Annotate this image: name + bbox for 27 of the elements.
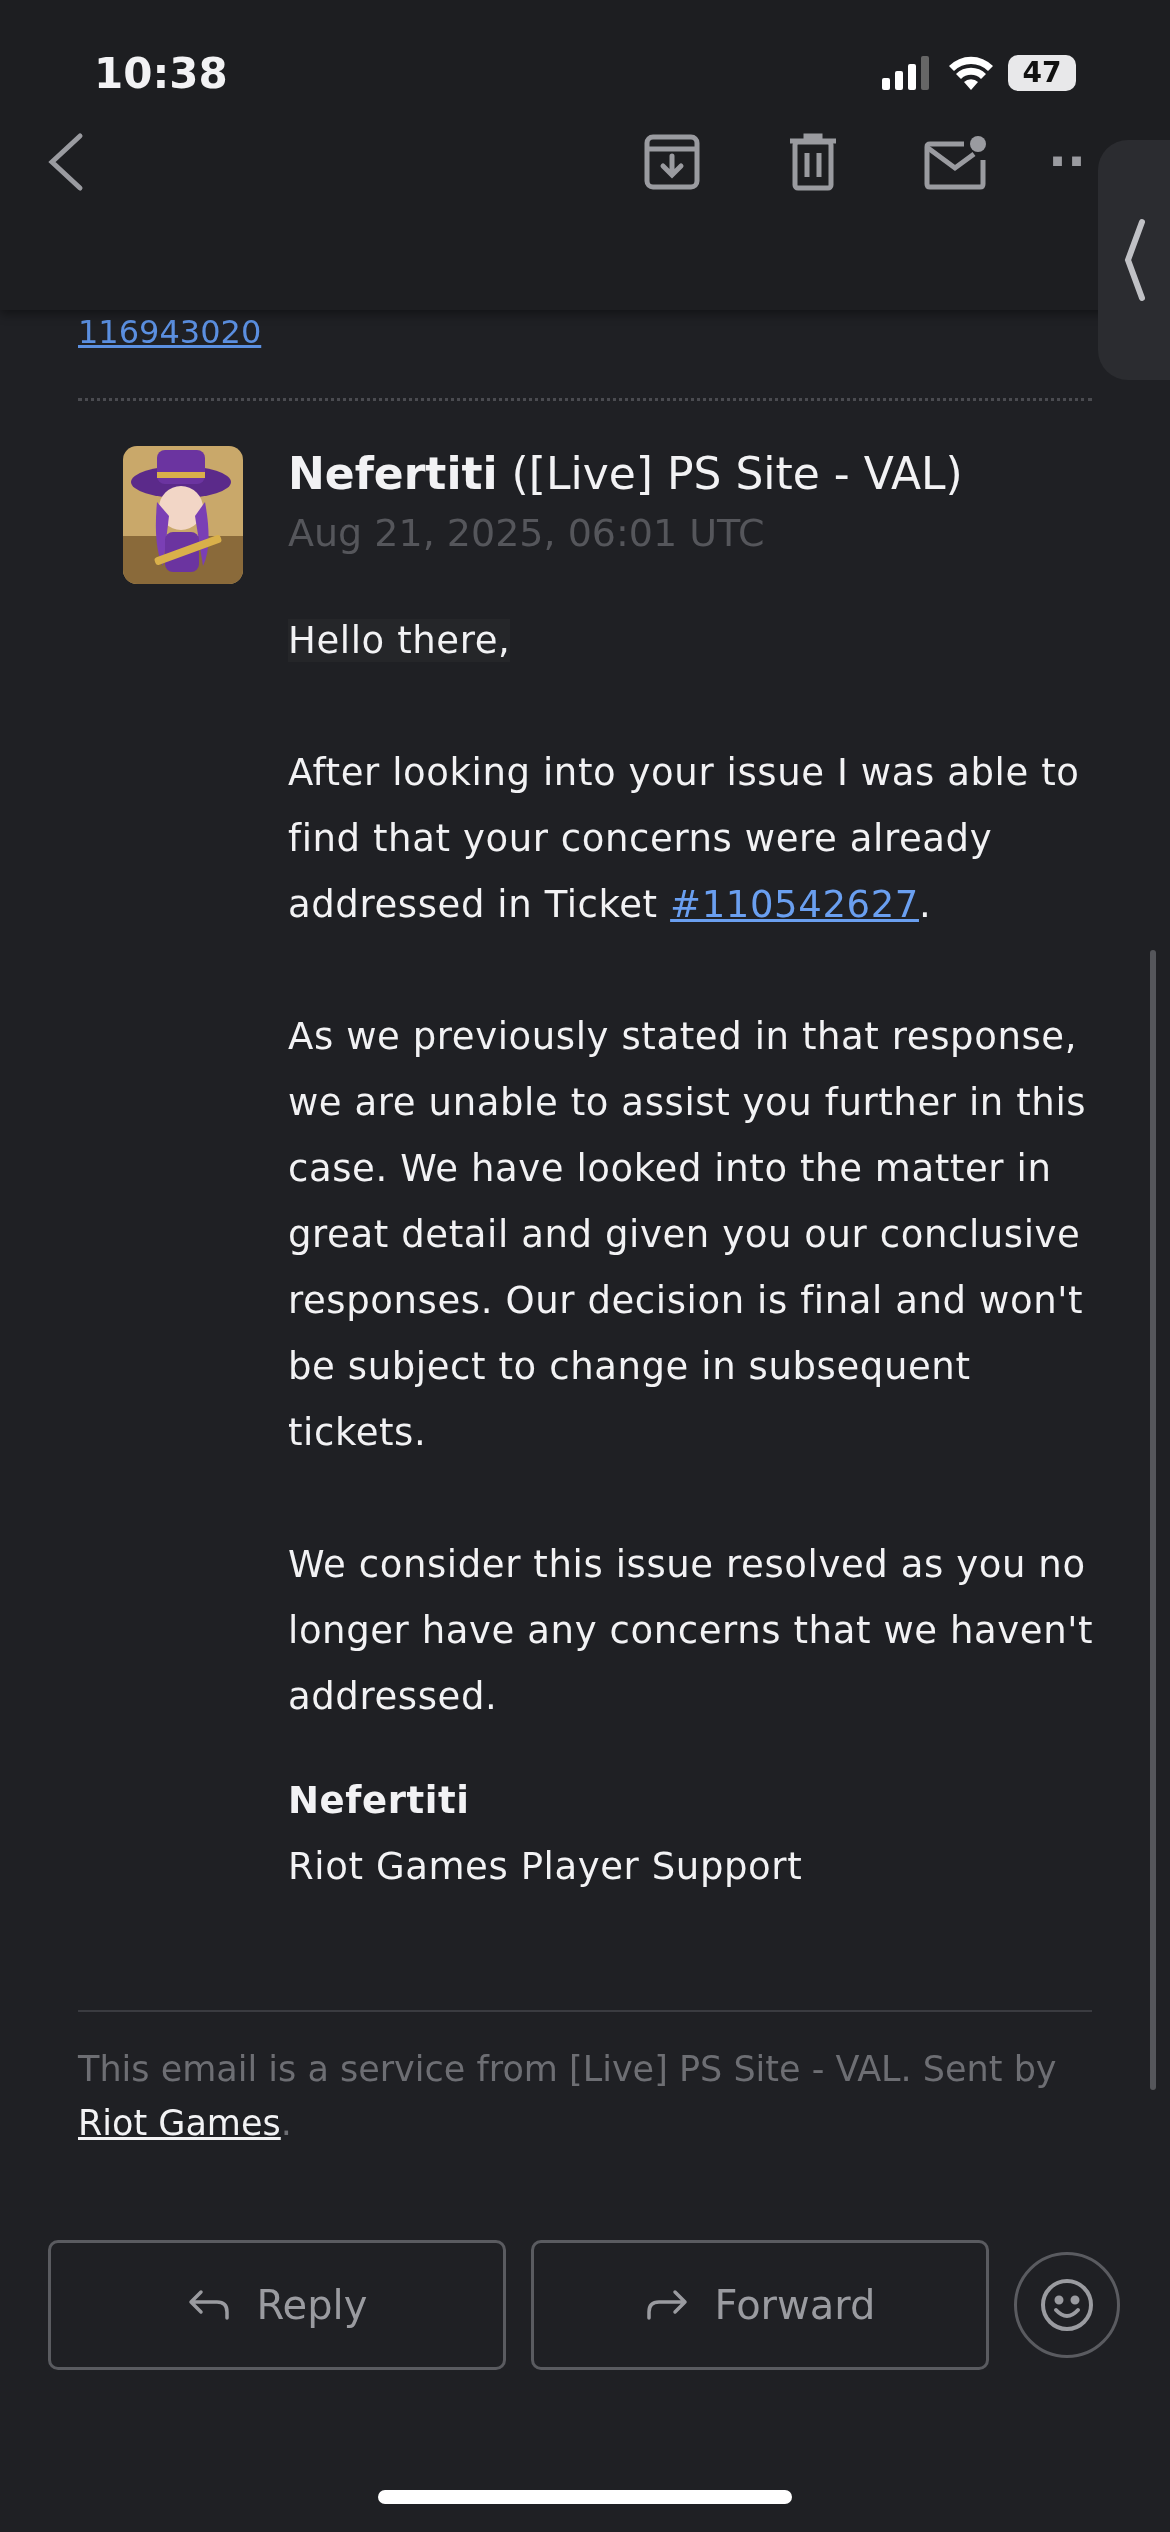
request-link[interactable]: 116943020: [78, 312, 262, 352]
reply-button[interactable]: Reply: [48, 2240, 506, 2370]
chevron-left-icon: [1122, 218, 1146, 302]
smiley-icon: [1040, 2278, 1094, 2332]
signature-team: Riot Games Player Support: [288, 1844, 803, 1890]
forward-icon: [644, 2288, 689, 2322]
forward-button[interactable]: Forward: [531, 2240, 989, 2370]
message-paragraph: After looking into your issue I was able to find that your concerns were already addressed in Ticket #110542627.: [288, 750, 1081, 928]
archive-icon[interactable]: [644, 134, 700, 190]
signature-name: Nefertiti: [288, 1778, 470, 1824]
message-paragraph: As we previously stated in that response, we are unable to assist you further in this case. We have looked into the matter in great detail and given you our conclusive responses. Our decision is final and won't be subject to change in subsequent tickets.: [288, 1014, 1088, 1456]
status-time: 10:38: [94, 47, 228, 100]
battery-level: 47: [1008, 55, 1076, 91]
reply-icon: [186, 2288, 231, 2322]
sender-source: ([Live] PS Site - VAL): [511, 447, 963, 501]
emoji-button[interactable]: [1014, 2252, 1120, 2358]
riot-games-link[interactable]: Riot Games: [78, 2103, 281, 2143]
wifi-icon: [948, 56, 994, 90]
more-button[interactable]: ··: [1048, 137, 1086, 187]
side-panel-handle[interactable]: [1098, 140, 1170, 380]
greeting-text: Hello there,: [288, 619, 511, 662]
mail-unread-icon[interactable]: [924, 134, 988, 190]
sender-name: Nefertiti: [288, 447, 498, 501]
delete-icon[interactable]: [788, 133, 838, 191]
message-paragraph: We consider this issue resolved as you no longer have any concerns that we haven't addressed.: [288, 1542, 1095, 1720]
footer-text: This email is a service from [Live] PS Site - VAL. Sent by Riot Games.: [78, 2048, 1058, 2145]
ticket-link[interactable]: #110542627: [670, 883, 919, 926]
